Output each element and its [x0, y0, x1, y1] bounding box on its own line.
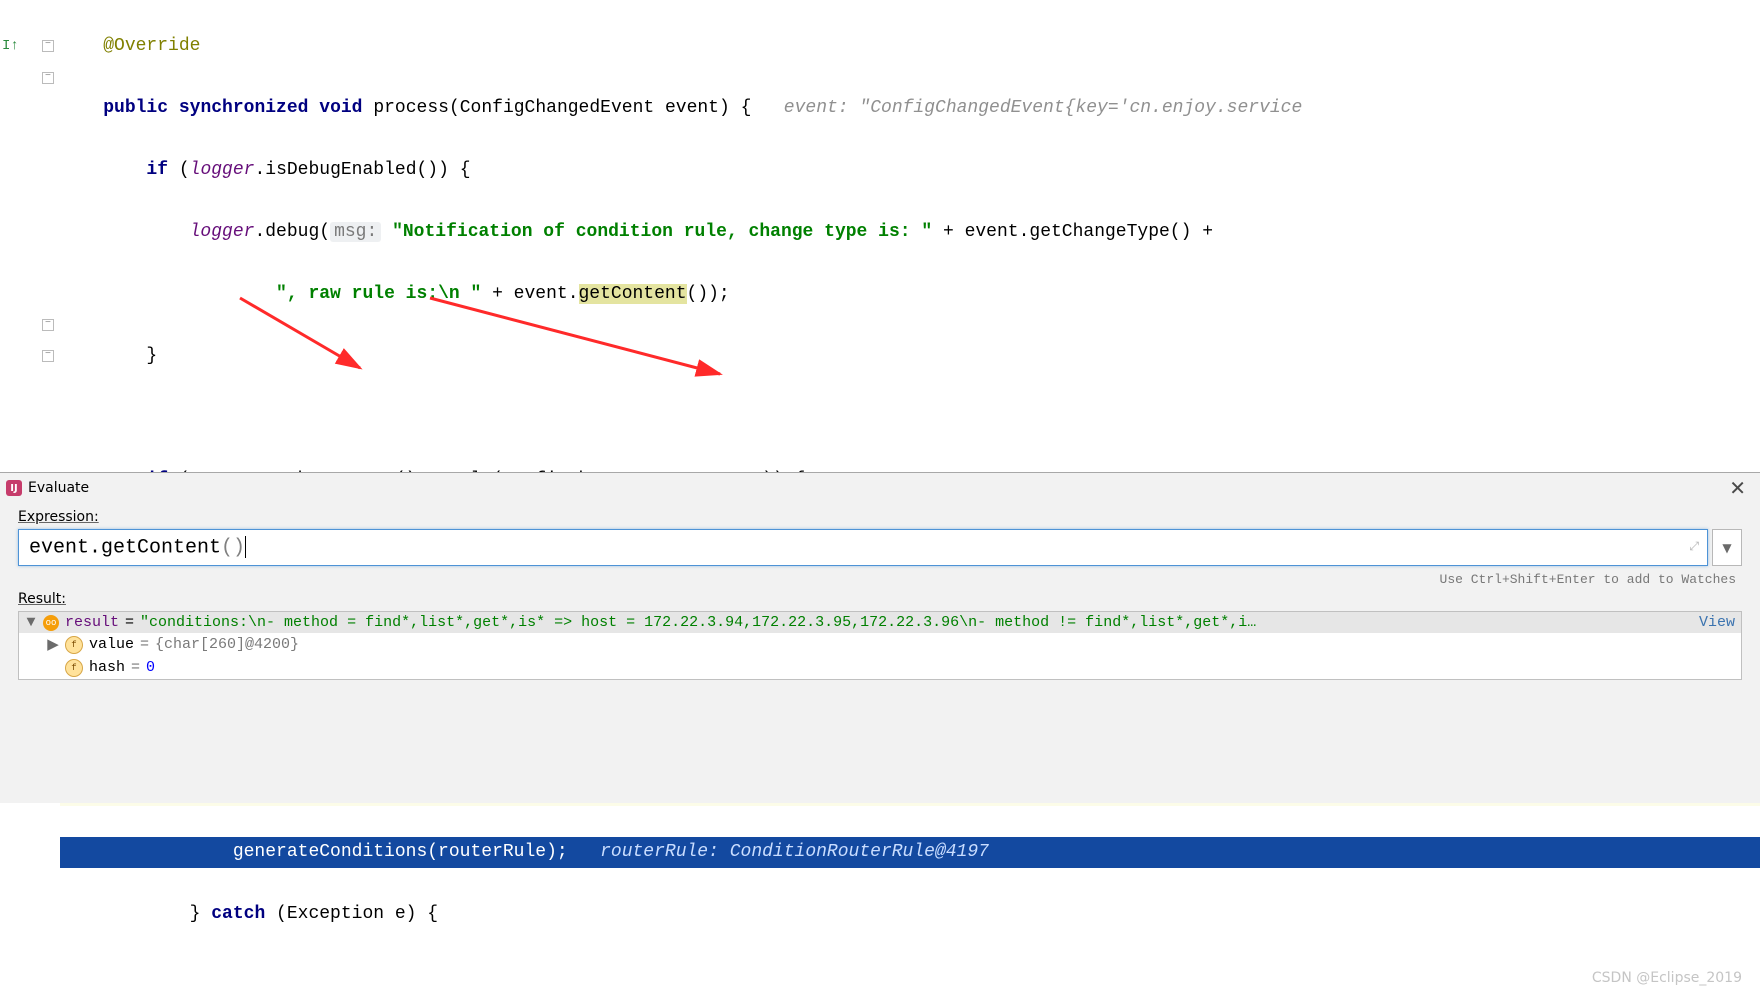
watches-hint: Use Ctrl+Shift+Enter to add to Watches	[18, 566, 1742, 587]
expand-down-icon[interactable]: ▼	[25, 614, 37, 631]
view-link[interactable]: View	[1689, 614, 1735, 631]
result-row[interactable]: ▶ f hash = 0	[19, 656, 1741, 679]
override-gutter-icon[interactable]: I↑	[2, 38, 19, 54]
fold-marker-icon[interactable]: −	[42, 319, 54, 331]
fold-marker-icon[interactable]: −	[42, 40, 54, 52]
result-label: Result:	[18, 591, 1742, 607]
annotation: @Override	[103, 36, 200, 56]
intellij-icon: IJ	[6, 480, 22, 496]
evaluate-panel: IJ Evaluate ✕ Expression: event.getConte…	[0, 472, 1760, 803]
evaluate-title: Evaluate	[28, 480, 89, 496]
field-icon: f	[65, 659, 83, 677]
field-icon: f	[65, 636, 83, 654]
expression-label: Expression:	[18, 509, 1742, 525]
expand-icon[interactable]: ⤢	[1689, 540, 1699, 554]
result-tree[interactable]: ▼ oo result = "conditions:\n- method = f…	[18, 611, 1742, 680]
close-icon[interactable]: ✕	[1723, 476, 1752, 500]
result-row[interactable]: ▶ f value = {char[260]@4200}	[19, 633, 1741, 656]
expand-right-icon[interactable]: ▶	[47, 635, 59, 654]
breakpoint-line: generateConditions(routerRule); routerRu…	[60, 837, 1760, 868]
result-row[interactable]: ▼ oo result = "conditions:\n- method = f…	[19, 612, 1741, 633]
fold-marker-icon[interactable]: −	[42, 72, 54, 84]
object-icon: oo	[43, 615, 59, 631]
history-dropdown-button[interactable]: ▼	[1712, 529, 1742, 566]
watermark: CSDN @Eclipse_2019	[1592, 970, 1742, 986]
expression-input[interactable]: event.getContent() ⤢	[18, 529, 1708, 566]
fold-marker-icon[interactable]: −	[42, 350, 54, 362]
